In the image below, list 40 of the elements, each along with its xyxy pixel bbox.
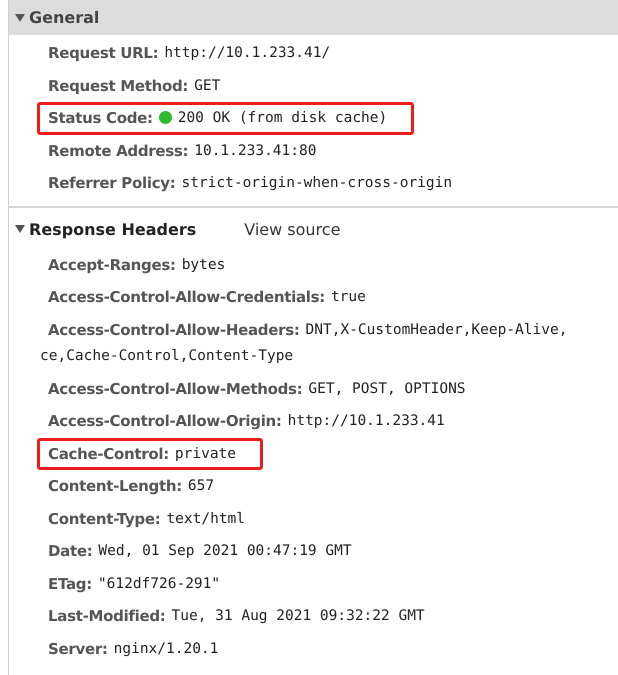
- header-name: Last-Modified:: [48, 606, 166, 627]
- section-header[interactable]: Response Headers View source: [9, 212, 618, 246]
- header-value: true: [330, 288, 366, 307]
- header-name: Content-Length:: [48, 476, 182, 497]
- view-source-link[interactable]: View source: [244, 220, 340, 238]
- header-value: Wed, 01 Sep 2021 00:47:19 GMT: [98, 542, 352, 561]
- header-name: Accept-Ranges:: [48, 254, 176, 276]
- header-name: Remote Address:: [48, 140, 188, 162]
- header-value: DNT,X-CustomHeader,Keep-Alive,: [306, 320, 568, 340]
- header-value: http://10.1.233.41: [288, 412, 445, 431]
- header-name: ETag:: [48, 574, 92, 594]
- header-name: Server:: [48, 638, 108, 660]
- header-value: strict-origin-when-cross-origin: [181, 174, 452, 193]
- header-name: Cache-Control:: [48, 444, 169, 464]
- header-name: Referrer Policy:: [48, 173, 176, 194]
- header-value: private: [174, 444, 236, 464]
- header-value: nginx/1.20.1: [114, 640, 218, 658]
- header-value: text/html: [166, 510, 246, 528]
- header-value: 10.1.233.41:80: [194, 142, 316, 160]
- header-value: "612df726-291": [98, 574, 220, 594]
- header-value: 200 OK (from disk cache): [178, 109, 388, 128]
- header-name: Date:: [48, 541, 92, 562]
- header-name: Request URL:: [48, 43, 158, 64]
- header-value: 657: [188, 477, 214, 496]
- section-title: Response Headers: [29, 220, 196, 238]
- section-title: General: [29, 8, 100, 27]
- header-value: GET, POST, OPTIONS: [308, 380, 466, 398]
- header-name: Access-Control-Allow-Headers:: [48, 320, 300, 340]
- section-header[interactable]: General: [9, 0, 618, 35]
- header-value: Tue, 31 Aug 2021 09:32:22 GMT: [172, 607, 425, 626]
- header-name: Status Code:: [48, 108, 153, 129]
- header-value: ce,Cache-Control,Content-Type: [40, 347, 294, 366]
- header-value: bytes: [182, 256, 226, 274]
- header-name: Request Method:: [48, 76, 188, 96]
- header-name: Access-Control-Allow-Credentials:: [48, 287, 325, 308]
- header-name: Access-Control-Allow-Origin:: [48, 411, 282, 432]
- header-value: http://10.1.233.41/: [164, 44, 330, 63]
- header-name: Access-Control-Allow-Methods:: [48, 378, 302, 400]
- header-value: GET: [194, 76, 220, 96]
- header-name: Content-Type:: [48, 508, 160, 530]
